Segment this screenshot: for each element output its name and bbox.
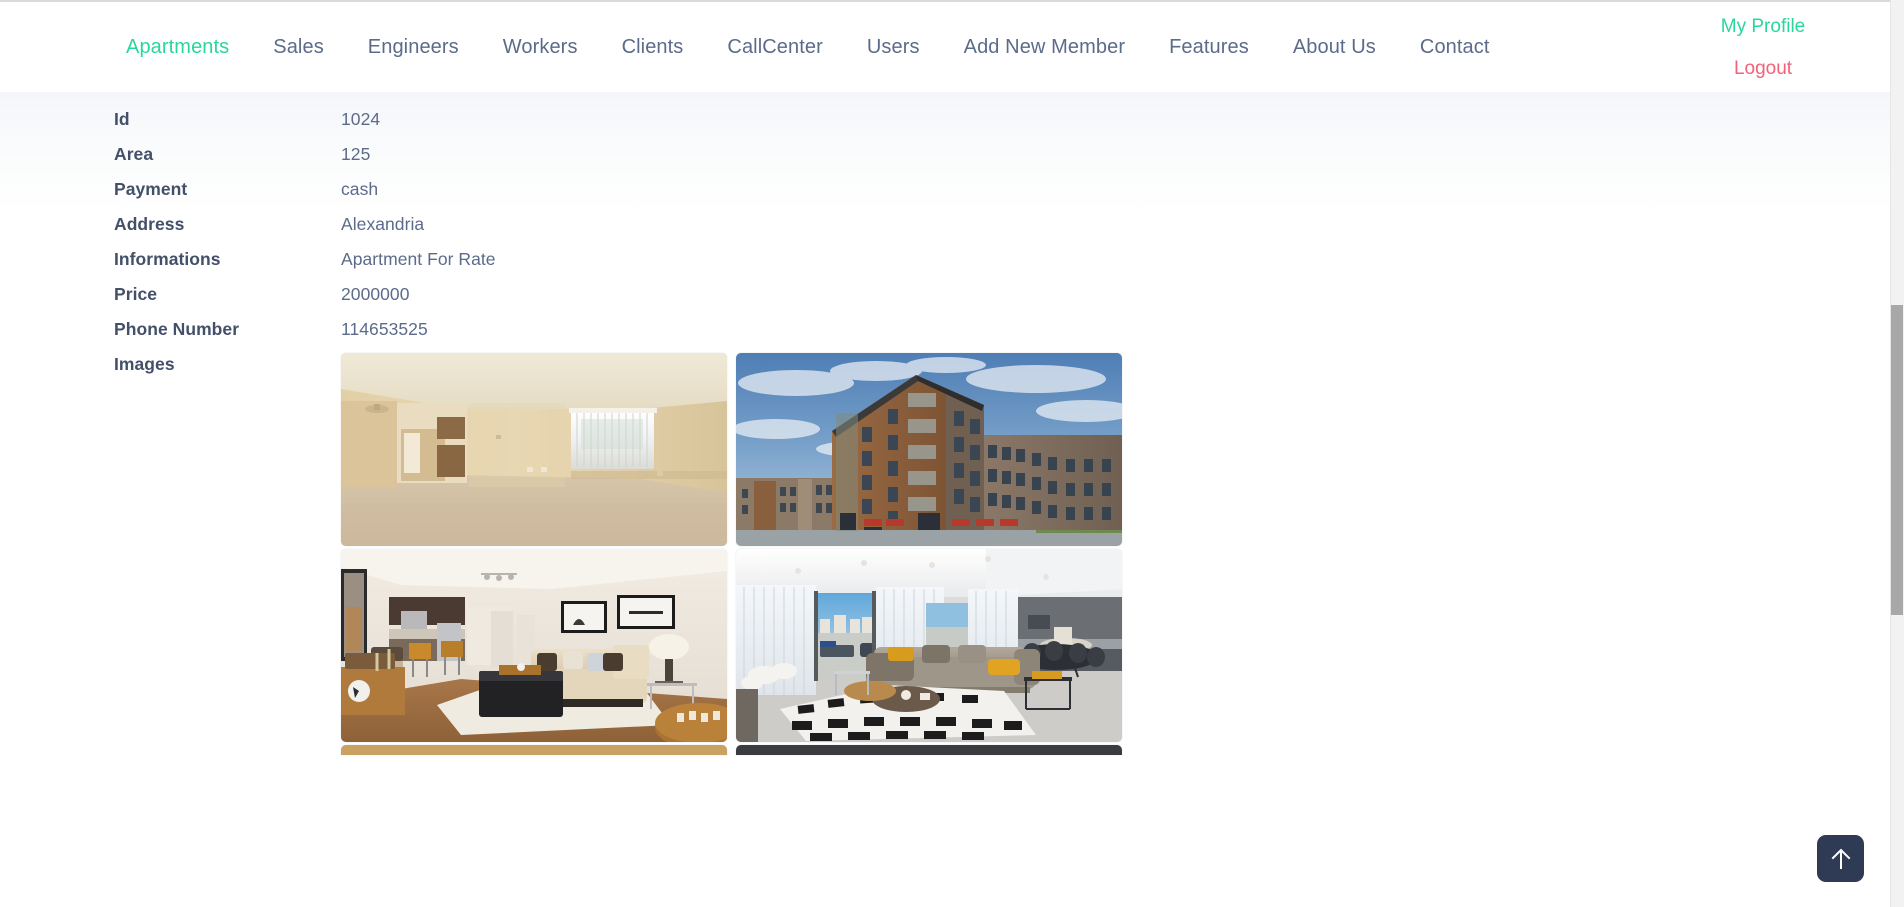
detail-label: Address [114, 214, 185, 234]
scroll-to-top-button[interactable] [1817, 835, 1864, 882]
main-nav-links: Apartments Sales Engineers Workers Clien… [126, 33, 1512, 61]
apartment-photo-furnished-living-room[interactable] [341, 549, 727, 742]
nav-item-about-us[interactable]: About Us [1271, 33, 1398, 61]
apartment-photo-partial-next-row[interactable] [341, 745, 727, 755]
page-root: Apartments Sales Engineers Workers Clien… [0, 0, 1904, 907]
detail-label: Id [114, 109, 130, 129]
detail-row-price: Price 2000000 [114, 283, 1714, 318]
detail-row-payment: Payment cash [114, 178, 1714, 213]
page-scrollbar-track[interactable] [1890, 0, 1904, 907]
nav-item-engineers[interactable]: Engineers [346, 33, 481, 61]
apartment-image-grid [341, 353, 1122, 755]
nav-item-contact[interactable]: Contact [1398, 33, 1512, 61]
detail-row-informations: Informations Apartment For Rate [114, 248, 1714, 283]
logout-link[interactable]: Logout [1734, 58, 1792, 80]
apartment-photo-empty-living-room[interactable] [341, 353, 727, 546]
detail-value: Alexandria [341, 214, 425, 234]
detail-row-address: Address Alexandria [114, 213, 1714, 248]
detail-value: Apartment For Rate [341, 249, 496, 269]
detail-value: 2000000 [341, 284, 410, 304]
detail-value: 1024 [341, 109, 381, 129]
apartment-photo-building-exterior[interactable] [736, 353, 1122, 546]
detail-row-images: Images [114, 353, 1714, 755]
detail-row-id: Id 1024 [114, 108, 1714, 143]
furnished-living-room-with-kitchen-icon [341, 549, 727, 742]
empty-living-room-with-carpet-icon [341, 353, 727, 546]
nav-item-add-new-member[interactable]: Add New Member [942, 33, 1147, 61]
detail-value: 114653525 [341, 319, 428, 339]
nav-item-features[interactable]: Features [1147, 33, 1271, 61]
detail-value: cash [341, 179, 379, 199]
detail-value-images [341, 353, 1122, 755]
detail-label: Informations [114, 249, 221, 269]
arrow-up-icon [1831, 848, 1850, 869]
detail-label: Area [114, 144, 154, 164]
detail-label: Images [114, 354, 175, 374]
apartment-building-exterior-icon [736, 353, 1122, 546]
modern-luxury-living-room-icon [736, 549, 1122, 742]
detail-label: Price [114, 284, 158, 304]
partial-photo-icon [736, 745, 1122, 755]
nav-item-apartments[interactable]: Apartments [126, 33, 251, 61]
nav-item-clients[interactable]: Clients [600, 33, 706, 61]
account-actions: My Profile Logout [1636, 2, 1890, 94]
nav-item-sales[interactable]: Sales [251, 33, 346, 61]
detail-value: 125 [341, 144, 371, 164]
partial-photo-icon [341, 745, 727, 755]
detail-label: Phone Number [114, 319, 240, 339]
nav-item-workers[interactable]: Workers [481, 33, 600, 61]
page-scrollbar-thumb[interactable] [1891, 305, 1903, 615]
top-navigation-bar: Apartments Sales Engineers Workers Clien… [0, 0, 1890, 92]
apartment-photo-partial-next-row-2[interactable] [736, 745, 1122, 755]
apartment-details-list: Id 1024 Area 125 Payment cash Address Al… [114, 108, 1714, 755]
my-profile-link[interactable]: My Profile [1721, 16, 1805, 38]
detail-row-area: Area 125 [114, 143, 1714, 178]
apartment-photo-modern-luxury-living-room[interactable] [736, 549, 1122, 742]
nav-item-users[interactable]: Users [845, 33, 942, 61]
nav-item-callcenter[interactable]: CallCenter [705, 33, 844, 61]
detail-row-phone-number: Phone Number 114653525 [114, 318, 1714, 353]
detail-label: Payment [114, 179, 188, 199]
page-body: Id 1024 Area 125 Payment cash Address Al… [0, 92, 1890, 907]
